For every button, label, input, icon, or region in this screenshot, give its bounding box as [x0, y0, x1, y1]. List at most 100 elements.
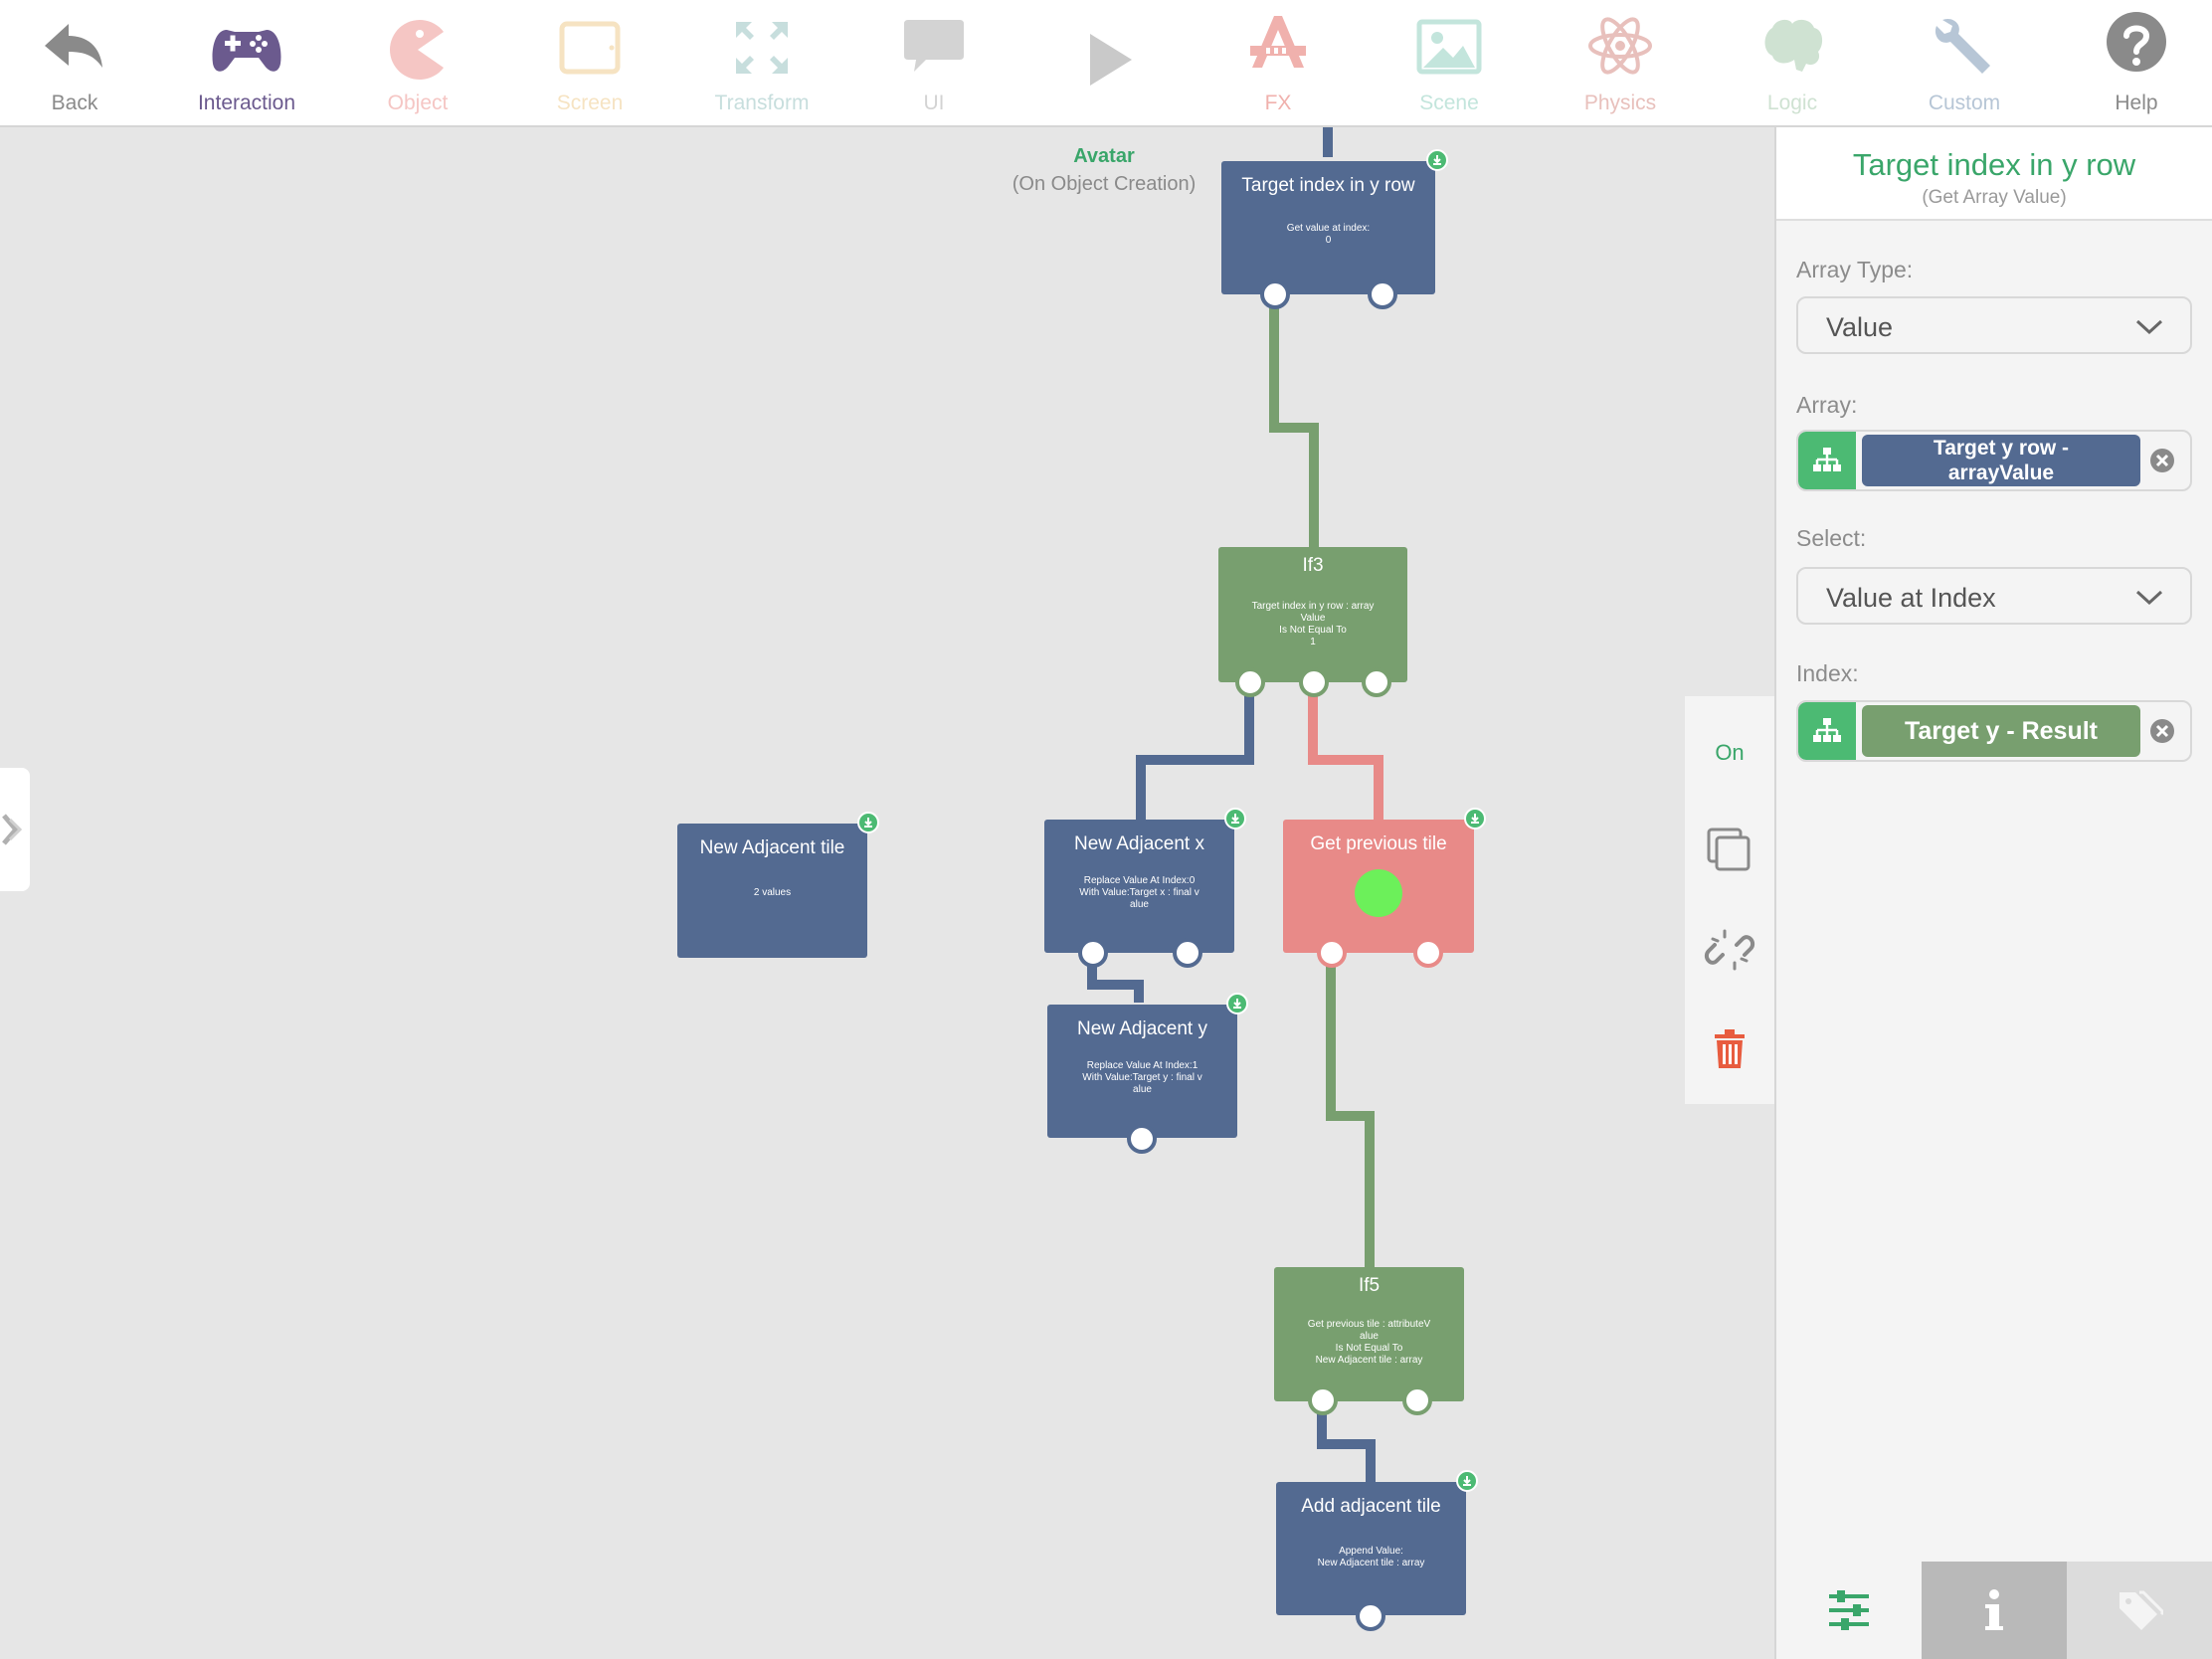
node-download-badge[interactable]	[857, 812, 879, 833]
toolbar-ui[interactable]: UI	[854, 0, 1014, 125]
node-output-port[interactable]	[1308, 1385, 1338, 1415]
index-reference-field[interactable]: Target y - Result	[1796, 700, 2192, 762]
node-output-port[interactable]	[1299, 667, 1329, 697]
node-output-port[interactable]	[1368, 279, 1397, 309]
brain-icon	[1764, 19, 1823, 72]
node-download-badge[interactable]	[1456, 1470, 1478, 1492]
node-new-adjacent-x[interactable]: New Adjacent x Replace Value At Index:0 …	[1044, 820, 1234, 953]
tag-icon	[2120, 1590, 2163, 1630]
help-icon	[2107, 12, 2166, 72]
chevron-down-icon	[2135, 590, 2163, 606]
back-arrow-icon	[45, 24, 102, 68]
node-output-port[interactable]	[1356, 1601, 1385, 1631]
node-if5[interactable]: If5 Get previous tile : attributeV alue …	[1274, 1267, 1464, 1401]
node-download-badge[interactable]	[1224, 808, 1246, 830]
node-title: If5	[1358, 1275, 1381, 1296]
on-toggle[interactable]: On	[1685, 740, 1774, 766]
toolbar-back[interactable]: Back	[0, 0, 154, 125]
node-output-port[interactable]	[1317, 938, 1347, 968]
tab-info[interactable]	[1922, 1562, 2067, 1659]
array-label: Array:	[1796, 392, 1858, 418]
node-title: Add adjacent tile	[1301, 1496, 1441, 1517]
panel-title: Target index in y row	[1852, 147, 2136, 182]
wire-layer	[1087, 127, 1383, 1484]
play-icon	[1090, 34, 1132, 86]
tab-tags[interactable]	[2067, 1562, 2212, 1659]
clear-icon[interactable]	[2148, 447, 2176, 474]
toolbar-label: Scene	[1419, 92, 1479, 114]
toolbar-fx[interactable]: FX	[1198, 0, 1358, 125]
sliders-icon	[1829, 1590, 1869, 1630]
delete-button[interactable]	[1685, 1005, 1774, 1094]
toolbar-physics[interactable]: Physics	[1541, 0, 1700, 125]
node-new-adjacent-y[interactable]: New Adjacent y Replace Value At Index:1 …	[1047, 1005, 1237, 1138]
toolbar-transform[interactable]: Transform	[682, 0, 841, 125]
node-add-adjacent-tile[interactable]: Add adjacent tile Append Value: New Adja…	[1276, 1482, 1466, 1615]
toolbar-label: Custom	[1928, 92, 2001, 114]
panel-subtitle: (Get Array Value)	[1922, 187, 2067, 208]
info-icon	[1985, 1589, 2003, 1630]
unlink-button[interactable]	[1685, 905, 1774, 995]
select-mode-select[interactable]: Value at Index	[1796, 567, 2192, 625]
toolbar-help[interactable]: Help	[2057, 0, 2212, 125]
toolbar-scene[interactable]: Scene	[1370, 0, 1529, 125]
chevron-right-icon	[2, 814, 23, 845]
toolbar-label: UI	[923, 92, 945, 114]
properties-panel: Target index in y row (Get Array Value) …	[1774, 127, 2212, 1659]
node-download-badge[interactable]	[1426, 149, 1448, 171]
attribute-browser-button[interactable]	[1798, 702, 1856, 760]
tab-properties[interactable]	[1776, 1562, 1922, 1659]
node-output-port[interactable]	[1235, 667, 1265, 697]
fx-icon	[1250, 16, 1306, 68]
gamepad-icon	[212, 30, 281, 72]
node-output-port[interactable]	[1413, 938, 1443, 968]
node-output-port[interactable]	[1402, 1385, 1432, 1415]
download-icon	[864, 818, 872, 828]
node-description: Replace Value At Index:1 With Value:Targ…	[1082, 1060, 1202, 1095]
node-output-port[interactable]	[1078, 938, 1108, 968]
toolbar-label: Help	[2115, 92, 2158, 114]
panel-header: Target index in y row (Get Array Value)	[1776, 127, 2212, 221]
avatar-label: Avatar	[1073, 145, 1135, 167]
duplicate-button[interactable]	[1685, 806, 1774, 895]
array-reference-field[interactable]: Target y row - arrayValue	[1796, 430, 2192, 491]
toolbar-label: Screen	[556, 92, 624, 114]
toolbar-label: FX	[1264, 92, 1292, 114]
toolbar-logic[interactable]: Logic	[1713, 0, 1872, 125]
active-indicator	[1355, 869, 1402, 917]
toolbar-custom[interactable]: Custom	[1885, 0, 2044, 125]
toolbar-label: Back	[51, 92, 98, 114]
image-icon	[1416, 19, 1482, 75]
array-type-select[interactable]: Value	[1796, 296, 2192, 354]
toolbar-label: Interaction	[197, 92, 296, 114]
node-get-previous-tile[interactable]: Get previous tile	[1283, 820, 1474, 953]
attribute-browser-button[interactable]	[1798, 432, 1856, 489]
toolbar-screen[interactable]: Screen	[510, 0, 669, 125]
clear-icon[interactable]	[2148, 717, 2176, 745]
hierarchy-icon	[1813, 718, 1841, 742]
array-type-label: Array Type:	[1796, 257, 1914, 282]
left-drawer-tab[interactable]	[0, 768, 30, 891]
node-title: New Adjacent tile	[699, 837, 845, 858]
node-target-index-in-y-row[interactable]: Target index in y row Get value at index…	[1221, 161, 1435, 294]
node-title: If3	[1302, 555, 1324, 576]
toolbar-interaction[interactable]: Interaction	[167, 0, 326, 125]
toolbar-object[interactable]: Object	[338, 0, 497, 125]
node-download-badge[interactable]	[1226, 993, 1248, 1014]
node-output-port[interactable]	[1362, 667, 1391, 697]
node-title: Target index in y row	[1241, 175, 1415, 196]
node-if3[interactable]: If3 Target index in y row : array Value …	[1218, 547, 1407, 682]
node-canvas[interactable]: Avatar (On Object Creation) Target index…	[0, 127, 1774, 1659]
node-description: Append Value: New Adjacent tile : array	[1317, 1546, 1425, 1568]
node-output-port[interactable]	[1173, 938, 1202, 968]
unlink-icon	[1704, 929, 1755, 971]
node-download-badge[interactable]	[1464, 808, 1486, 830]
node-output-port[interactable]	[1260, 279, 1290, 309]
node-title: Get previous tile	[1310, 833, 1447, 854]
play-button[interactable]	[1026, 0, 1186, 125]
node-new-adjacent-tile[interactable]: New Adjacent tile 2 values	[677, 824, 867, 958]
top-toolbar: Back Interaction Object Screen Transform…	[0, 0, 2212, 127]
panel-tab-bar	[1776, 1562, 2212, 1659]
index-label: Index:	[1796, 660, 1859, 686]
node-output-port[interactable]	[1127, 1124, 1157, 1154]
